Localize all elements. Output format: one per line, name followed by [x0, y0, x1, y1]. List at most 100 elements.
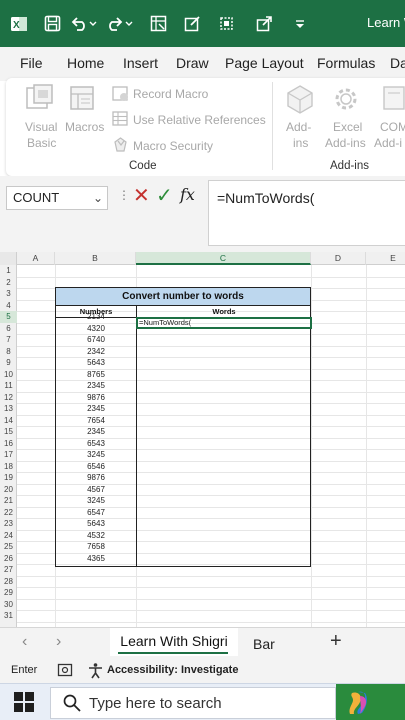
column-header-a[interactable]: A: [17, 252, 55, 265]
number-cell[interactable]: 5643: [56, 518, 136, 530]
row-header-14[interactable]: 14: [0, 415, 17, 427]
number-cell[interactable]: 2134: [56, 311, 136, 323]
tab-insert[interactable]: Insert: [123, 55, 158, 71]
excel-addins-gear-icon[interactable]: [331, 84, 361, 119]
redo-icon[interactable]: [102, 0, 138, 47]
tab-formulas[interactable]: Formulas: [317, 55, 375, 71]
share-icon[interactable]: [250, 0, 278, 47]
relative-references-label[interactable]: Use Relative References: [133, 113, 266, 127]
com-addins-label-1[interactable]: COM: [380, 120, 405, 134]
com-addins-icon[interactable]: [382, 84, 405, 119]
row-header-4[interactable]: 4: [0, 300, 17, 312]
row-header-10[interactable]: 10: [0, 369, 17, 381]
row-header-5[interactable]: 5: [0, 311, 17, 323]
tab-home[interactable]: Home: [67, 55, 104, 71]
number-cell[interactable]: 7658: [56, 541, 136, 553]
row-header-30[interactable]: 30: [0, 599, 17, 611]
row-header-31[interactable]: 31: [0, 610, 17, 622]
row-header-8[interactable]: 8: [0, 346, 17, 358]
save-icon[interactable]: [38, 0, 66, 47]
more-options-icon[interactable]: ⋮: [118, 188, 130, 202]
excel-icon[interactable]: X: [0, 0, 38, 47]
header-words[interactable]: Words: [137, 306, 311, 317]
number-cell[interactable]: 6547: [56, 507, 136, 519]
row-header-21[interactable]: 21: [0, 495, 17, 507]
record-macro-icon[interactable]: [112, 86, 129, 107]
chevron-icon[interactable]: [286, 0, 314, 47]
row-header-13[interactable]: 13: [0, 403, 17, 415]
row-header-12[interactable]: 12: [0, 392, 17, 404]
row-header-18[interactable]: 18: [0, 461, 17, 473]
tab-file[interactable]: File: [20, 55, 43, 71]
column-header-b[interactable]: B: [55, 252, 136, 265]
row-header-22[interactable]: 22: [0, 507, 17, 519]
number-cell[interactable]: 2345: [56, 426, 136, 438]
tab-data[interactable]: Da: [390, 55, 405, 71]
shapes-icon[interactable]: [212, 0, 240, 47]
formula-input[interactable]: =NumToWords(: [208, 180, 405, 246]
number-cell[interactable]: 4365: [56, 553, 136, 565]
table-title[interactable]: Convert number to words: [55, 287, 311, 306]
macro-security-label[interactable]: Macro Security: [133, 139, 213, 153]
macros-icon[interactable]: [68, 84, 98, 119]
row-header-19[interactable]: 19: [0, 472, 17, 484]
row-header-26[interactable]: 26: [0, 553, 17, 565]
table-icon[interactable]: [144, 0, 172, 47]
number-cell[interactable]: 2342: [56, 346, 136, 358]
number-cell[interactable]: 4532: [56, 530, 136, 542]
select-all-corner[interactable]: [0, 252, 17, 265]
row-header-25[interactable]: 25: [0, 541, 17, 553]
visual-basic-label-2[interactable]: Basic: [27, 136, 56, 150]
addins-icon[interactable]: [285, 84, 315, 119]
row-header-16[interactable]: 16: [0, 438, 17, 450]
undo-icon[interactable]: [66, 0, 102, 47]
row-header-1[interactable]: 1: [0, 265, 17, 277]
row-header-23[interactable]: 23: [0, 518, 17, 530]
add-sheet-icon[interactable]: +: [330, 630, 342, 653]
row-header-29[interactable]: 29: [0, 587, 17, 599]
row-header-28[interactable]: 28: [0, 576, 17, 588]
next-sheet-icon[interactable]: ›: [56, 633, 61, 651]
macros-label[interactable]: Macros: [65, 120, 104, 134]
accessibility-status[interactable]: Accessibility: Investigate: [107, 664, 238, 676]
number-cell[interactable]: 7654: [56, 415, 136, 427]
record-macro-label[interactable]: Record Macro: [133, 87, 208, 101]
tab-draw[interactable]: Draw: [176, 55, 209, 71]
number-cell[interactable]: 2345: [56, 380, 136, 392]
number-cell[interactable]: 2345: [56, 403, 136, 415]
macro-security-icon[interactable]: [112, 136, 129, 158]
excel-addins-label-2[interactable]: Add-ins: [325, 136, 366, 150]
number-cell[interactable]: 4320: [56, 323, 136, 335]
row-header-15[interactable]: 15: [0, 426, 17, 438]
row-header-9[interactable]: 9: [0, 357, 17, 369]
row-header-3[interactable]: 3: [0, 288, 17, 300]
excel-addins-label-1[interactable]: Excel: [333, 120, 362, 134]
row-header-7[interactable]: 7: [0, 334, 17, 346]
number-cell[interactable]: 5643: [56, 357, 136, 369]
column-header-d[interactable]: D: [311, 252, 366, 265]
column-header-e[interactable]: E: [366, 252, 405, 265]
name-box[interactable]: COUNT ⌄: [6, 186, 108, 210]
cancel-icon[interactable]: ✕: [133, 183, 150, 208]
row-header-6[interactable]: 6: [0, 323, 17, 335]
addins-label-2[interactable]: ins: [293, 136, 308, 150]
row-header-27[interactable]: 27: [0, 564, 17, 576]
number-cell[interactable]: 8765: [56, 369, 136, 381]
number-cell[interactable]: 9876: [56, 392, 136, 404]
spreadsheet-grid[interactable]: A B C D E 1 2 3 4 5 6 7 8 9 10 11 12 13 14 15 16 17 18 19 2…: [0, 252, 405, 627]
row-header-2[interactable]: 2: [0, 277, 17, 289]
row-header-24[interactable]: 24: [0, 530, 17, 542]
row-header-17[interactable]: 17: [0, 449, 17, 461]
row-header-20[interactable]: 20: [0, 484, 17, 496]
prev-sheet-icon[interactable]: ‹: [22, 633, 27, 651]
cell-mode-icon[interactable]: [57, 662, 73, 683]
number-cell[interactable]: 3245: [56, 449, 136, 461]
addins-label-1[interactable]: Add-: [286, 120, 311, 134]
chevron-down-icon[interactable]: ⌄: [93, 191, 103, 205]
com-addins-label-2[interactable]: Add-i: [374, 136, 402, 150]
number-cell[interactable]: 3245: [56, 495, 136, 507]
number-cell[interactable]: 6543: [56, 438, 136, 450]
number-cell[interactable]: 4567: [56, 484, 136, 496]
insert-function-icon[interactable]: fx: [180, 185, 195, 204]
visual-basic-icon[interactable]: [24, 84, 56, 119]
